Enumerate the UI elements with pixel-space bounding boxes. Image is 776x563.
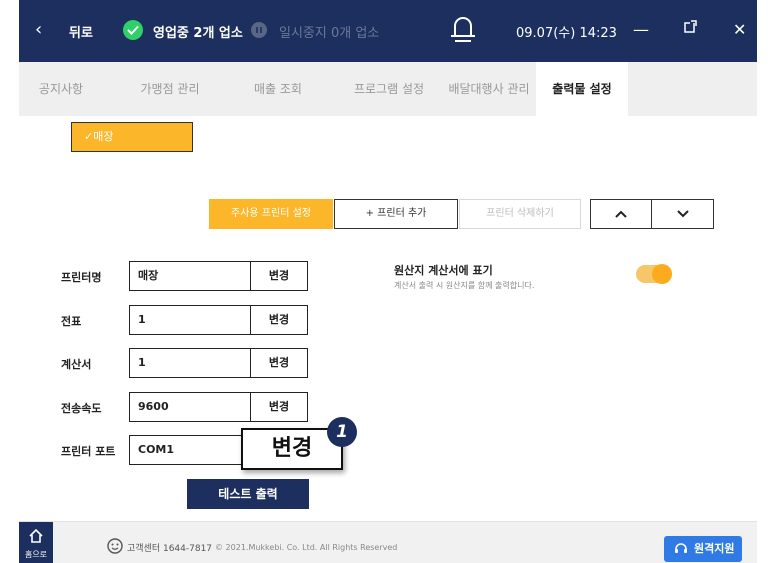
tab-sales[interactable]: 매출 조회 bbox=[231, 62, 325, 116]
baud-rate-change-button[interactable]: 변경 bbox=[250, 392, 308, 422]
support-phone: 고객센터 1644-7817 bbox=[127, 544, 213, 554]
delete-printer-button[interactable]: 프린터 삭제하기 bbox=[459, 199, 581, 229]
status-open-label[interactable]: 영업중 2개 업소 bbox=[153, 22, 243, 41]
move-down-button[interactable] bbox=[651, 199, 714, 229]
store-chip-selected[interactable]: ✓매장 bbox=[71, 122, 193, 152]
printer-name-label: 프린터명 bbox=[61, 271, 102, 284]
copyright: © 2021.Mukkebi. Co. Ltd. All Rights Rese… bbox=[215, 543, 398, 552]
remote-support-label: 원격지원 bbox=[694, 542, 735, 555]
headset-icon bbox=[675, 543, 687, 553]
check-icon bbox=[123, 20, 143, 40]
remote-support-button[interactable]: 원격지원 bbox=[664, 536, 742, 562]
back-chevron-icon[interactable]: ‹ bbox=[35, 20, 55, 40]
bell-icon[interactable] bbox=[449, 14, 477, 48]
home-icon bbox=[29, 528, 43, 543]
baud-rate-label: 전송속도 bbox=[61, 402, 102, 415]
chevron-up-icon bbox=[615, 210, 627, 218]
add-printer-button[interactable]: + 프린터 추가 bbox=[334, 199, 458, 229]
step-badge: 1 bbox=[327, 417, 357, 447]
toggle-knob bbox=[652, 264, 672, 284]
origin-description: 계산서 출력 시 원산지를 함께 출력합니다. bbox=[394, 281, 535, 290]
top-bar: ‹ 뒤로 영업중 2개 업소 일시중지 0개 업소 09.07(수) 14:23… bbox=[19, 0, 757, 62]
screenshot-frame: ‹ 뒤로 영업중 2개 업소 일시중지 0개 업소 09.07(수) 14:23… bbox=[0, 0, 776, 563]
test-print-button[interactable]: 테스트 출력 bbox=[187, 479, 309, 509]
tab-store-management[interactable]: 가맹점 관리 bbox=[115, 62, 225, 116]
app-window: ‹ 뒤로 영업중 2개 업소 일시중지 0개 업소 09.07(수) 14:23… bbox=[19, 0, 757, 563]
tab-notice[interactable]: 공지사항 bbox=[19, 62, 103, 116]
footer: 홈으로 고객센터 1644-7817 © 2021.Mukkebi. Co. L… bbox=[19, 521, 757, 563]
baud-rate-input[interactable]: 9600 bbox=[129, 392, 251, 422]
origin-toggle[interactable] bbox=[636, 264, 672, 284]
slip-change-button[interactable]: 변경 bbox=[250, 305, 308, 335]
origin-title: 원산지 계산서에 표기 bbox=[394, 264, 493, 277]
minimize-icon[interactable]: — bbox=[633, 20, 649, 39]
home-label: 홈으로 bbox=[24, 550, 48, 559]
move-up-button[interactable] bbox=[590, 199, 652, 229]
slip-label: 전표 bbox=[61, 315, 82, 328]
tab-bar: 공지사항 가맹점 관리 매출 조회 프로그램 설정 배달대행사 관리 출력물 설… bbox=[19, 62, 757, 116]
chevron-down-icon bbox=[676, 210, 689, 218]
close-icon[interactable]: ✕ bbox=[733, 20, 746, 39]
tab-delivery-agency[interactable]: 배달대행사 관리 bbox=[439, 62, 539, 116]
home-button[interactable]: 홈으로 bbox=[19, 522, 53, 563]
pause-icon bbox=[251, 22, 267, 38]
printer-port-label: 프린터 포트 bbox=[61, 445, 116, 458]
main-printer-button[interactable]: 주사용 프린터 설정 bbox=[209, 199, 333, 229]
invoice-change-button[interactable]: 변경 bbox=[250, 348, 308, 378]
datetime: 09.07(수) 14:23 bbox=[516, 26, 617, 41]
printer-name-input[interactable]: 매장 bbox=[129, 261, 251, 291]
printer-name-change-button[interactable]: 변경 bbox=[250, 261, 308, 291]
slip-input[interactable]: 1 bbox=[129, 305, 251, 335]
restore-window-icon[interactable] bbox=[683, 19, 697, 38]
printer-port-input[interactable]: COM1 bbox=[129, 435, 251, 465]
back-button[interactable]: 뒤로 bbox=[69, 22, 93, 41]
tab-print-settings[interactable]: 출력물 설정 bbox=[536, 62, 628, 116]
status-paused-label[interactable]: 일시중지 0개 업소 bbox=[279, 22, 379, 41]
invoice-label: 계산서 bbox=[61, 358, 92, 371]
invoice-input[interactable]: 1 bbox=[129, 348, 251, 378]
smile-icon bbox=[107, 538, 123, 558]
tab-program-settings[interactable]: 프로그램 설정 bbox=[337, 62, 441, 116]
